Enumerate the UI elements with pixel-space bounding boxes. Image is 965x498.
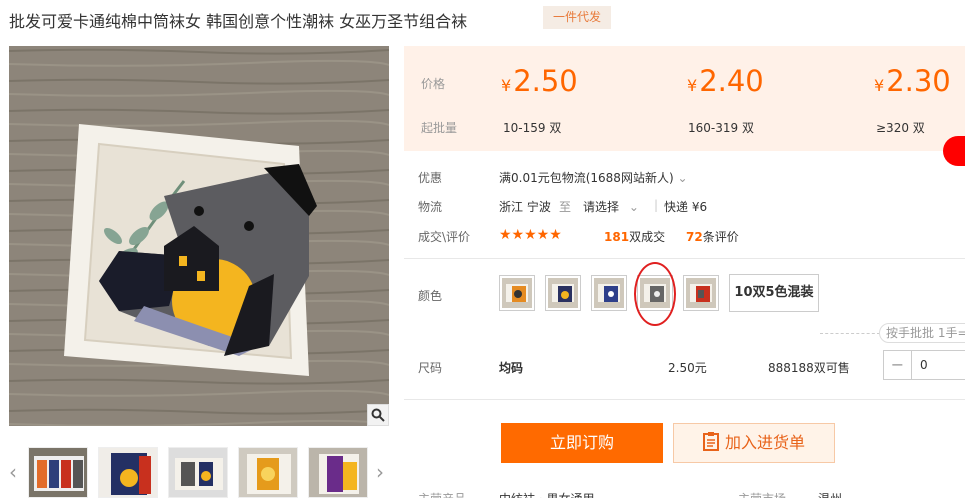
- price-value: 2.40: [699, 64, 764, 98]
- clipboard-icon: [702, 427, 719, 465]
- sold-count: 181: [604, 230, 630, 244]
- main-market-value: 温州: [818, 490, 842, 498]
- price-tier-2: ¥2.40: [687, 64, 764, 98]
- price-value: 2.30: [886, 64, 951, 98]
- chevron-down-icon: ⌄: [628, 200, 639, 214]
- promo-text: 满0.01元包物流(1688网站新人): [499, 171, 674, 185]
- product-title: 批发可爱卡通纯棉中筒袜女 韩国创意个性潮袜 女巫万圣节组合袜: [9, 12, 468, 31]
- color-swatch-5[interactable]: [683, 275, 719, 311]
- buy-now-button[interactable]: 立即订购: [501, 423, 663, 463]
- thumbnail-1[interactable]: [28, 447, 88, 498]
- shipping-origin: 浙江 宁波: [499, 200, 551, 214]
- separator: |: [654, 198, 659, 212]
- currency-symbol: ¥: [874, 76, 885, 95]
- mixed-pack-option[interactable]: 10双5色混装: [729, 274, 819, 312]
- color-swatch-2[interactable]: [545, 275, 581, 311]
- divider: [404, 258, 965, 259]
- promo-label: 优惠: [418, 171, 443, 185]
- shipping-to: 至: [559, 200, 572, 214]
- chevron-down-icon: ⌄: [677, 171, 688, 185]
- size-label: 尺码: [418, 361, 443, 375]
- price-value: 2.50: [513, 64, 578, 98]
- minus-icon[interactable]: −: [884, 351, 912, 379]
- min-qty-label: 起批量: [421, 121, 458, 135]
- price-label: 价格: [421, 77, 446, 91]
- product-detail-page: 批发可爱卡通纯棉中筒袜女 韩国创意个性潮袜 女巫万圣节组合袜 一件代发 ‹ › …: [0, 0, 965, 498]
- main-market-label: 主营市场: [738, 490, 786, 498]
- price-tier-1: ¥2.50: [501, 64, 578, 98]
- color-label: 颜色: [418, 289, 443, 303]
- dropship-tag[interactable]: 一件代发: [543, 6, 611, 29]
- size-price: 2.50元: [668, 361, 707, 375]
- size-value: 均码: [499, 361, 524, 375]
- thumbnail-2[interactable]: [98, 447, 158, 498]
- main-products-label: 主营产品: [418, 490, 466, 498]
- review-count: 72: [686, 230, 703, 244]
- qty-range-3: ≥320 双: [876, 121, 925, 135]
- batch-hint-badge: 按手批批 1手=: [879, 323, 965, 343]
- thumb-next-arrow-icon[interactable]: ›: [376, 462, 384, 482]
- selection-highlight-circle: [634, 262, 676, 326]
- add-to-cart-button[interactable]: 加入进货单: [673, 423, 835, 463]
- magnifier-icon: [371, 408, 385, 422]
- zoom-button[interactable]: [367, 404, 389, 426]
- currency-symbol: ¥: [687, 76, 698, 95]
- quantity-input[interactable]: 0: [912, 351, 965, 379]
- add-to-cart-label: 加入进货单: [724, 433, 805, 452]
- side-float-tab[interactable]: [943, 136, 965, 166]
- sock-product-photo: [9, 46, 389, 426]
- color-swatch-1[interactable]: [499, 275, 535, 311]
- sold-summary[interactable]: 181双成交: [604, 228, 665, 245]
- review-summary[interactable]: 72条评价: [686, 228, 739, 245]
- qty-range-1: 10-159 双: [503, 121, 562, 135]
- main-products-value: 中纺袜 · 男女通用: [499, 490, 594, 498]
- thumbnail-4[interactable]: [238, 447, 298, 498]
- quantity-stepper[interactable]: − 0: [883, 350, 965, 380]
- color-swatch-3[interactable]: [591, 275, 627, 311]
- size-stock: 888188双可售: [768, 361, 850, 375]
- currency-symbol: ¥: [501, 76, 512, 95]
- thumbnail-3[interactable]: [168, 447, 228, 498]
- hint-divider: [820, 333, 880, 334]
- qty-range-2: 160-319 双: [688, 121, 754, 135]
- thumb-prev-arrow-icon[interactable]: ‹: [9, 462, 17, 482]
- deals-label: 成交\评价: [418, 230, 471, 244]
- price-panel: 价格 起批量 ¥2.50 ¥2.40 ¥2.30 10-159 双 160-31…: [404, 46, 965, 151]
- promo-dropdown[interactable]: 满0.01元包物流(1688网站新人) ⌄: [499, 169, 688, 186]
- destination-text: 请选择: [583, 200, 620, 214]
- destination-select[interactable]: 请选择 ⌄: [583, 198, 639, 215]
- divider: [404, 399, 965, 400]
- rating-stars: ★★★★★: [499, 227, 562, 243]
- sold-text: 双成交: [629, 230, 666, 244]
- price-tier-3: ¥2.30: [874, 64, 951, 98]
- express-fee: 快递 ¥6: [664, 200, 708, 214]
- shipping-label: 物流: [418, 200, 443, 214]
- review-text: 条评价: [702, 230, 739, 244]
- main-product-image[interactable]: [9, 46, 389, 426]
- thumbnail-5[interactable]: [308, 447, 368, 498]
